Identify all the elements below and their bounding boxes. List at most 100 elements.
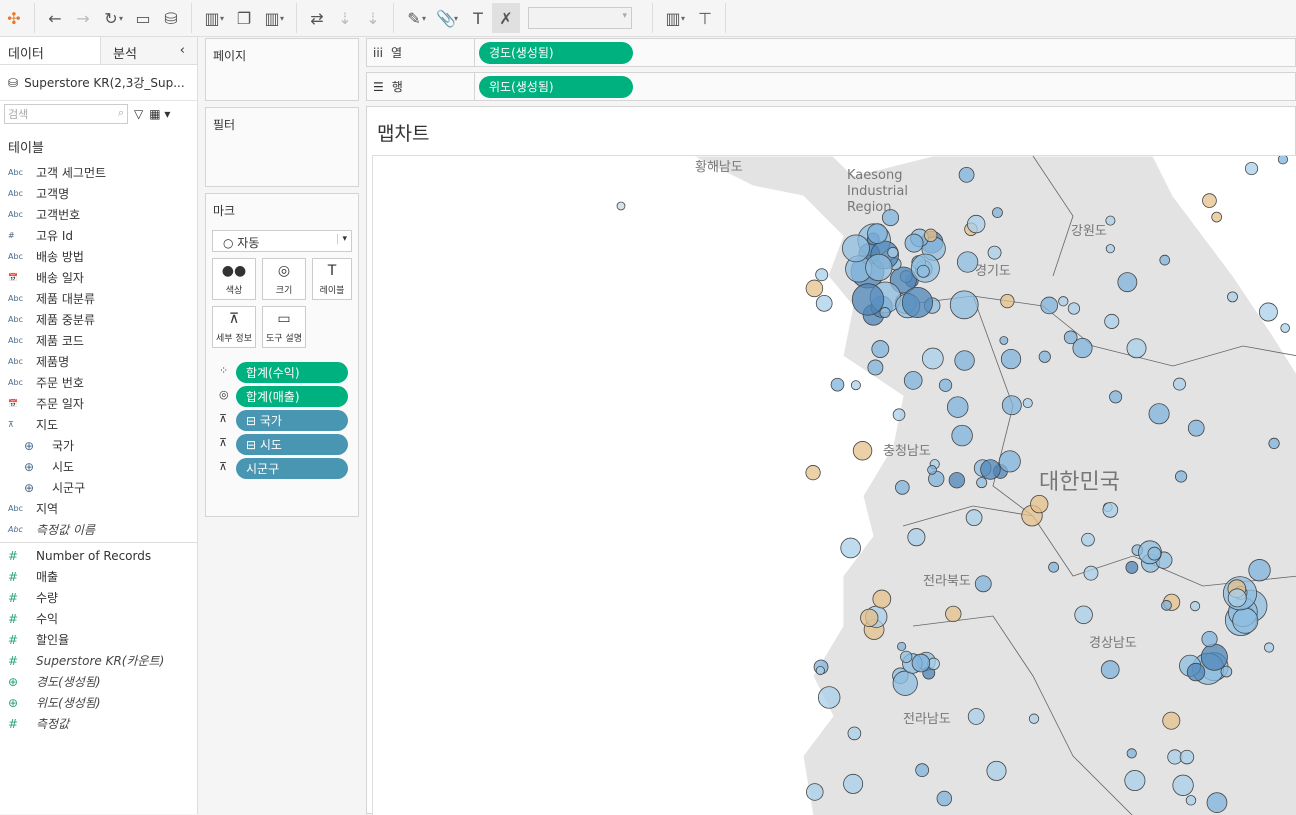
- map-mark[interactable]: [924, 228, 938, 243]
- map-mark[interactable]: [916, 264, 930, 278]
- map-mark[interactable]: [966, 214, 986, 234]
- save-icon[interactable]: ▭: [129, 3, 157, 33]
- map-mark[interactable]: [805, 279, 824, 298]
- map-mark[interactable]: [999, 336, 1009, 345]
- map-mark[interactable]: [1172, 774, 1194, 796]
- map-mark[interactable]: [1028, 713, 1040, 724]
- map-mark[interactable]: [1030, 494, 1049, 514]
- map-mark[interactable]: [851, 283, 885, 316]
- map-mark[interactable]: [815, 665, 825, 676]
- map-mark[interactable]: [815, 294, 833, 312]
- field-item[interactable]: Abc 제품명: [0, 351, 197, 372]
- map-mark[interactable]: [903, 371, 923, 390]
- map-mark[interactable]: [1248, 559, 1271, 582]
- map-mark[interactable]: [1147, 546, 1162, 561]
- map-mark[interactable]: [860, 608, 879, 627]
- filter-icon[interactable]: ▽: [134, 107, 143, 121]
- map-mark[interactable]: [980, 459, 1001, 480]
- measure-item[interactable]: # Number of Records: [0, 545, 197, 566]
- map-mark[interactable]: [1227, 291, 1238, 303]
- map-mark[interactable]: [1102, 502, 1119, 518]
- map-mark[interactable]: [1185, 795, 1197, 806]
- hierarchy-item[interactable]: ⊼ 지도: [0, 414, 197, 435]
- map-mark[interactable]: [1022, 398, 1033, 409]
- mark-pill[interactable]: 합계(수익): [236, 362, 348, 383]
- measure-item[interactable]: # 매출: [0, 566, 197, 587]
- map-mark[interactable]: [1277, 156, 1288, 165]
- tab-data[interactable]: 데이터: [0, 37, 101, 64]
- collapse-icon[interactable]: ‹: [180, 43, 185, 58]
- map-mark[interactable]: [936, 790, 953, 807]
- field-item[interactable]: Abc 고객 세그먼트: [0, 162, 197, 183]
- forward-icon[interactable]: →: [69, 3, 97, 33]
- map-mark[interactable]: [1189, 601, 1201, 612]
- tab-analysis[interactable]: 분석 ‹: [101, 37, 197, 64]
- label-button[interactable]: T 레이블: [312, 258, 352, 300]
- map-mark[interactable]: [1074, 605, 1093, 625]
- map-mark[interactable]: [1083, 565, 1099, 581]
- map-mark[interactable]: [904, 233, 924, 253]
- map-mark[interactable]: [1173, 377, 1186, 391]
- map-mark[interactable]: [842, 234, 870, 263]
- field-item[interactable]: # 고유 Id: [0, 225, 197, 246]
- presentation-icon[interactable]: ⊤: [691, 3, 719, 33]
- map-mark[interactable]: [1186, 662, 1206, 682]
- map-mark[interactable]: [1202, 193, 1217, 208]
- map-mark[interactable]: [1206, 792, 1228, 813]
- map-mark[interactable]: [892, 670, 918, 696]
- field-item[interactable]: Abc 제품 코드: [0, 330, 197, 351]
- map-mark[interactable]: [946, 396, 969, 418]
- map-mark[interactable]: [1244, 161, 1259, 176]
- map-mark[interactable]: [976, 477, 988, 489]
- field-item[interactable]: Abc 제품 중분류: [0, 309, 197, 330]
- map-mark[interactable]: [967, 708, 985, 725]
- map-mark[interactable]: [1124, 770, 1146, 792]
- map-mark[interactable]: [895, 480, 910, 495]
- map-mark[interactable]: [986, 760, 1007, 781]
- map-mark[interactable]: [805, 465, 821, 481]
- map-mark[interactable]: [945, 605, 962, 623]
- mark-pill[interactable]: ⊟ 시도: [236, 434, 348, 455]
- map-mark[interactable]: [1000, 293, 1015, 309]
- columns-pill[interactable]: 경도(생성됨): [479, 41, 633, 64]
- map-mark[interactable]: [1126, 338, 1147, 359]
- map-mark[interactable]: [974, 575, 992, 593]
- map-mark[interactable]: [1161, 600, 1172, 611]
- sort-desc-icon[interactable]: ⇣: [359, 3, 387, 33]
- map-mark[interactable]: [1211, 211, 1223, 223]
- measure-item[interactable]: ⊕ 경도(생성됨): [0, 671, 197, 692]
- fix-axes-icon[interactable]: ✗: [492, 3, 520, 33]
- map-mark[interactable]: [992, 207, 1003, 218]
- map-mark[interactable]: [867, 359, 884, 376]
- map-mark[interactable]: [907, 528, 926, 547]
- map-mark[interactable]: [892, 408, 906, 422]
- field-item[interactable]: Abc 주문 번호: [0, 372, 197, 393]
- measure-item[interactable]: # 수량: [0, 587, 197, 608]
- map-mark[interactable]: [1174, 470, 1188, 483]
- map-mark[interactable]: [938, 378, 953, 392]
- map-mark[interactable]: [852, 441, 873, 461]
- size-button[interactable]: ◎ 크기: [262, 258, 306, 300]
- field-item[interactable]: 📅 배송 일자: [0, 267, 197, 288]
- map-mark[interactable]: [911, 653, 931, 673]
- field-item[interactable]: Abc 지역: [0, 498, 197, 519]
- map-mark[interactable]: [1072, 337, 1093, 359]
- rows-shelf[interactable]: ☰ 행 위도(생성됨): [366, 72, 1296, 101]
- map-mark[interactable]: [965, 509, 983, 527]
- map-mark[interactable]: [1117, 272, 1138, 293]
- view-options-icon[interactable]: ▦ ▾: [149, 107, 170, 121]
- map-mark[interactable]: [915, 763, 930, 778]
- map-mark[interactable]: [1001, 395, 1022, 416]
- tableau-logo-icon[interactable]: ✣: [0, 3, 28, 33]
- map-mark[interactable]: [887, 246, 899, 259]
- map-mark[interactable]: [900, 650, 913, 663]
- map-mark[interactable]: [843, 773, 864, 794]
- map-mark[interactable]: [1126, 748, 1137, 759]
- map[interactable]: 황해남도 Kaesong Industrial Region 강원도 경기도 충…: [372, 155, 1296, 815]
- map-mark[interactable]: [958, 166, 975, 183]
- map-mark[interactable]: [949, 290, 979, 320]
- search-input[interactable]: 검색 ⌕: [4, 104, 128, 124]
- field-item[interactable]: Abc 측정값 이름: [0, 519, 197, 540]
- measure-item[interactable]: # 수익: [0, 608, 197, 629]
- field-item[interactable]: Abc 제품 대분류: [0, 288, 197, 309]
